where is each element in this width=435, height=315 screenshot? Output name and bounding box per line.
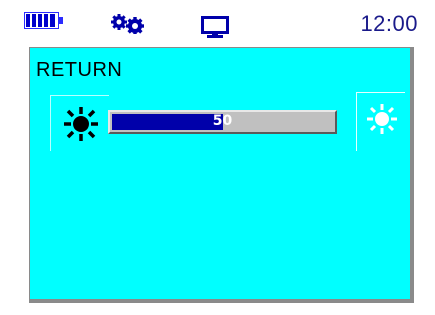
- clock-time: 12:00: [360, 11, 418, 36]
- brightness-slider[interactable]: 50: [108, 110, 337, 134]
- brightness-increase-button[interactable]: [356, 92, 405, 151]
- return-label[interactable]: RETURN: [36, 59, 122, 82]
- brightness-screen: RETURN 50: [29, 47, 414, 303]
- brightness-control: 50: [50, 92, 405, 151]
- sun-bright-icon: [367, 104, 397, 139]
- brightness-decrease-button[interactable]: [50, 95, 109, 151]
- status-bar: 12:00: [0, 0, 435, 46]
- battery-icon: [24, 12, 64, 35]
- sun-dark-icon: [63, 106, 99, 147]
- settings-gears-icon[interactable]: [111, 14, 147, 39]
- brightness-value: 50: [212, 113, 233, 129]
- monitor-icon[interactable]: [201, 16, 229, 43]
